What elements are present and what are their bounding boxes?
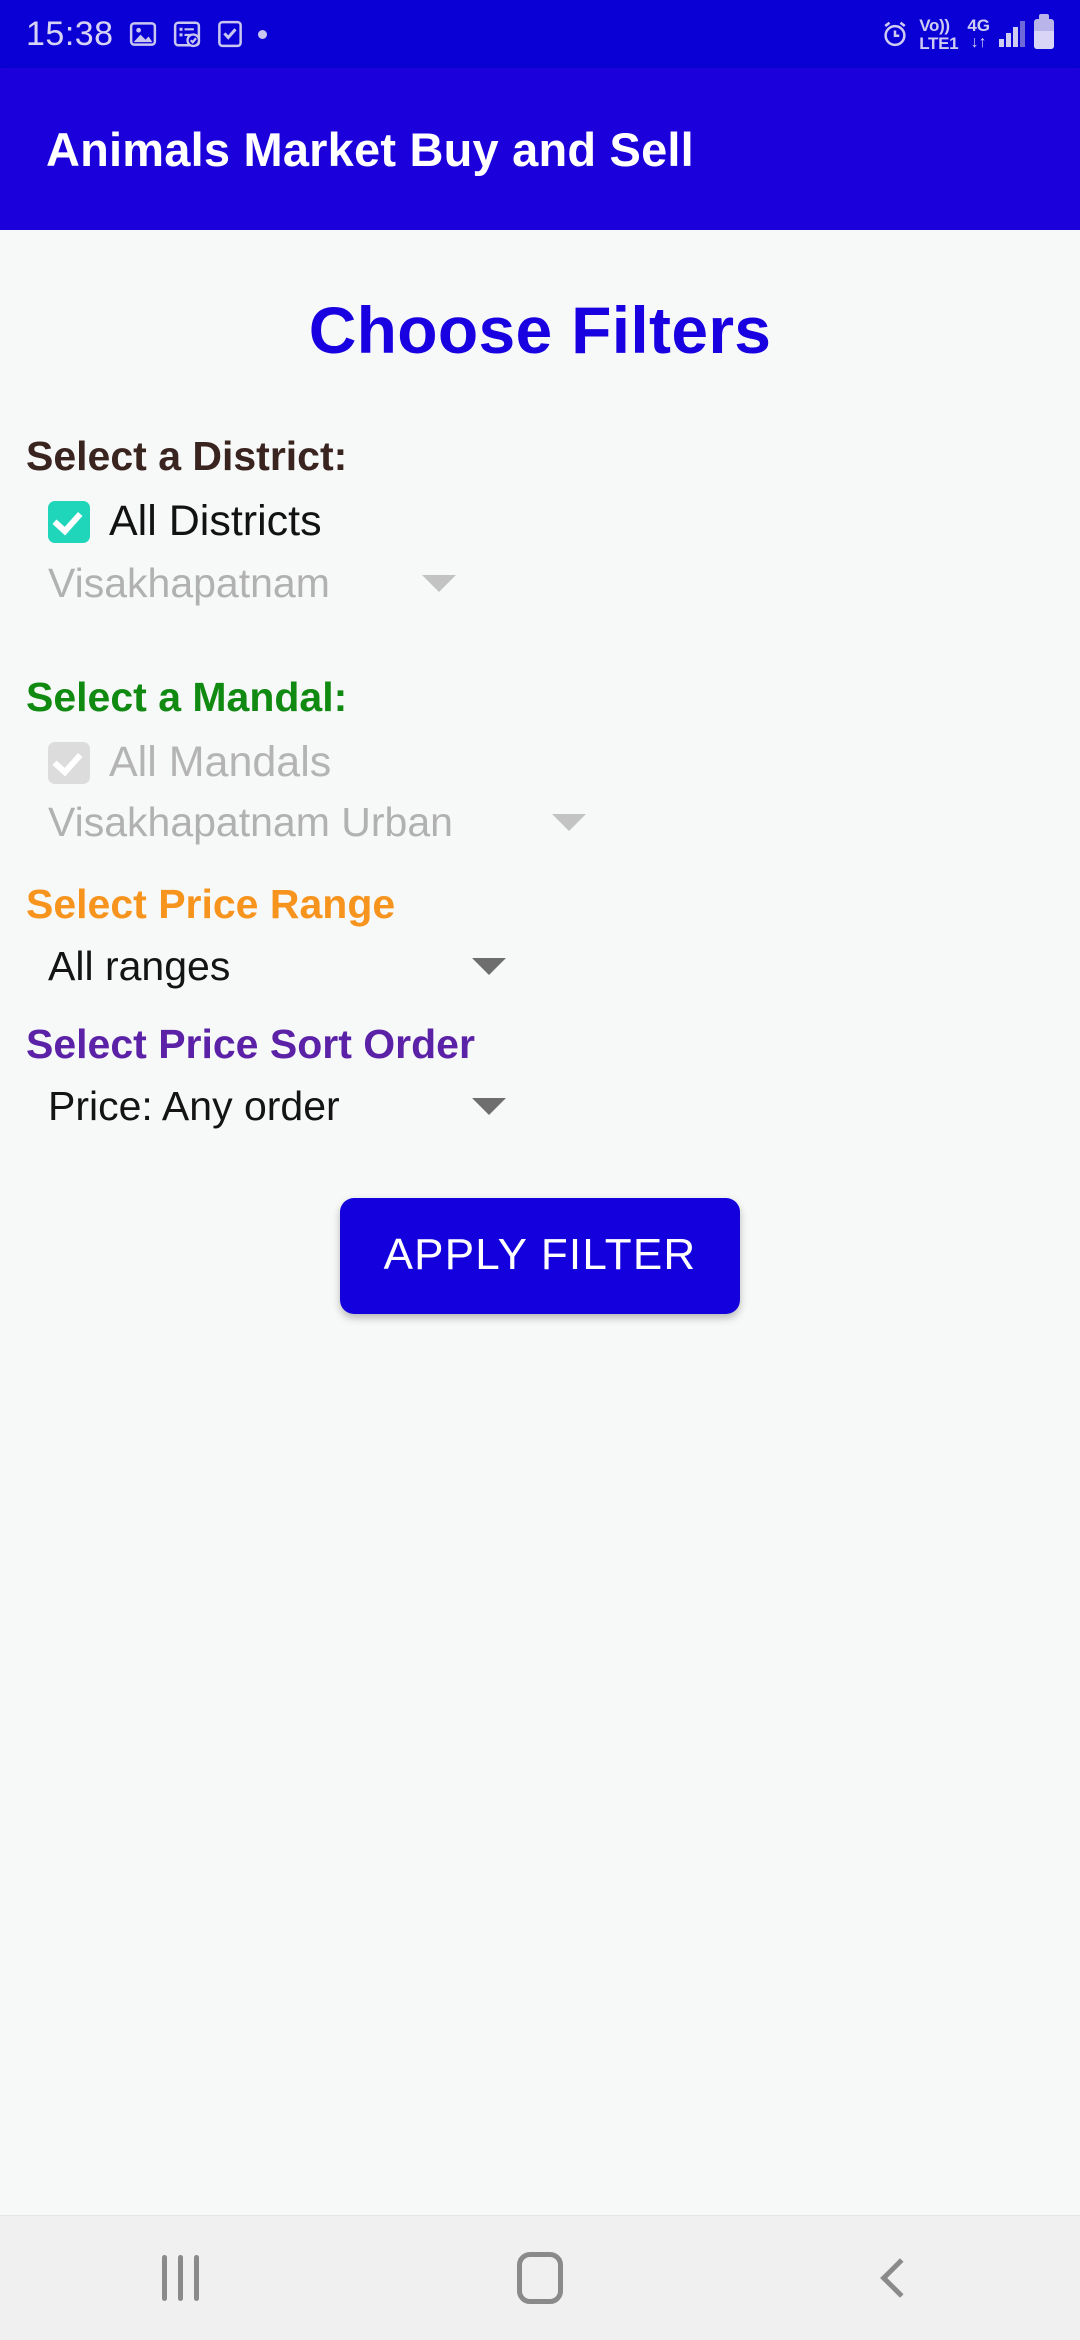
phone-screen: 15:38 Vo)) LTE1 4G ↓↑ Animals Market Buy… bbox=[0, 0, 1080, 2340]
signal-icon bbox=[999, 21, 1025, 47]
gallery-icon bbox=[129, 22, 156, 46]
apply-filter-button[interactable]: APPLY FILTER bbox=[339, 1198, 741, 1315]
recents-button[interactable] bbox=[90, 2216, 270, 2340]
chevron-down-icon bbox=[422, 575, 456, 593]
price-range-section-label: Select Price Range bbox=[26, 881, 396, 928]
status-bar-left: 15:38 bbox=[26, 17, 267, 51]
app-bar: Animals Market Buy and Sell bbox=[0, 68, 1080, 230]
district-section-label: Select a District: bbox=[26, 433, 348, 479]
recents-icon bbox=[161, 2255, 199, 2301]
apply-button-container: APPLY FILTER bbox=[0, 1198, 1080, 1315]
app-title: Animals Market Buy and Sell bbox=[46, 122, 694, 176]
mandal-dropdown[interactable]: Visakhapatnam Urban bbox=[26, 799, 586, 846]
sort-order-section-label: Select Price Sort Order bbox=[26, 1021, 475, 1068]
all-mandals-checkbox[interactable] bbox=[48, 741, 90, 784]
chevron-left-icon bbox=[880, 2258, 920, 2298]
status-bar: 15:38 Vo)) LTE1 4G ↓↑ bbox=[0, 0, 1080, 68]
back-button[interactable] bbox=[810, 2216, 990, 2340]
home-button[interactable] bbox=[450, 2216, 630, 2340]
home-icon bbox=[517, 2252, 563, 2304]
chevron-down-icon bbox=[552, 814, 586, 832]
sort-order-dropdown[interactable]: Price: Any order bbox=[26, 1083, 506, 1130]
mandal-section: Select a Mandal: All Mandals Visakhapatn… bbox=[0, 674, 1080, 846]
alarm-icon bbox=[884, 21, 906, 47]
sort-order-section: Select Price Sort Order Price: Any order bbox=[0, 1022, 1080, 1130]
mandal-dropdown-value: Visakhapatnam Urban bbox=[48, 799, 453, 846]
district-dropdown[interactable]: Visakhapatnam bbox=[26, 560, 456, 607]
battery-icon bbox=[1034, 14, 1054, 49]
network-type-label: 4G bbox=[967, 16, 990, 35]
dot-indicator-icon bbox=[257, 29, 267, 39]
volte-line2: LTE1 bbox=[919, 33, 959, 53]
check-icon bbox=[52, 504, 83, 535]
chevron-down-icon bbox=[472, 1098, 506, 1116]
status-time: 15:38 bbox=[26, 15, 114, 53]
task-check-icon bbox=[217, 20, 242, 48]
main-content: Choose Filters Select a District: All Di… bbox=[0, 230, 1080, 2215]
all-mandals-checkbox-row[interactable]: All Mandals bbox=[26, 738, 1080, 787]
system-nav-bar bbox=[0, 2215, 1080, 2340]
all-districts-label: All Districts bbox=[109, 497, 322, 546]
all-districts-checkbox-row[interactable]: All Districts bbox=[26, 497, 1080, 546]
price-range-section: Select Price Range All ranges bbox=[0, 882, 1080, 990]
district-section: Select a District: All Districts Visakha… bbox=[0, 433, 1080, 607]
all-mandals-label: All Mandals bbox=[109, 738, 332, 787]
data-arrows-icon: ↓↑ bbox=[970, 34, 987, 51]
price-range-dropdown[interactable]: All ranges bbox=[26, 943, 506, 990]
check-icon bbox=[52, 745, 83, 777]
all-districts-checkbox[interactable] bbox=[48, 500, 90, 543]
status-bar-right: Vo)) LTE1 4G ↓↑ bbox=[880, 14, 1054, 52]
notes-check-icon bbox=[173, 21, 200, 48]
chevron-down-icon bbox=[472, 958, 506, 976]
district-dropdown-value: Visakhapatnam bbox=[48, 560, 330, 607]
price-range-dropdown-value: All ranges bbox=[48, 943, 231, 990]
sort-order-dropdown-value: Price: Any order bbox=[48, 1083, 340, 1130]
page-title: Choose Filters bbox=[308, 293, 772, 367]
network-type-icon: 4G ↓↑ bbox=[967, 17, 990, 51]
volte-icon: Vo)) LTE1 bbox=[919, 17, 958, 52]
mandal-section-label: Select a Mandal: bbox=[26, 674, 348, 721]
volte-line1: Vo)) bbox=[919, 15, 950, 35]
